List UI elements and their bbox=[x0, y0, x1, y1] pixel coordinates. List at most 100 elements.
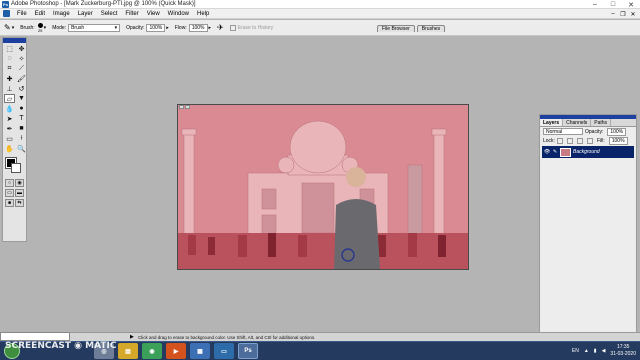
opacity-field[interactable]: 100% bbox=[146, 23, 166, 32]
mode-select[interactable]: Brush ▾ bbox=[68, 23, 121, 32]
photos-icon[interactable]: ▦ bbox=[190, 343, 210, 359]
healing-brush-tool-icon[interactable]: ✚ bbox=[4, 74, 15, 83]
lock-all-checkbox[interactable] bbox=[586, 137, 593, 144]
chevron-down-icon: ▾ bbox=[114, 24, 118, 31]
tab-file-browser[interactable]: File Browser bbox=[377, 25, 415, 32]
document-window bbox=[177, 104, 469, 270]
minimize-button[interactable]: – bbox=[586, 0, 604, 9]
volume-icon[interactable]: ◀ bbox=[602, 348, 606, 354]
zoom-field[interactable]: 100% bbox=[0, 332, 70, 341]
status-hint: Click and drag to erase to background co… bbox=[138, 334, 316, 340]
chevron-right-icon[interactable]: ▸ bbox=[209, 25, 212, 31]
display-icon[interactable]: ▭ bbox=[214, 343, 234, 359]
quick-mask-mode-icon[interactable]: ◉ bbox=[15, 179, 24, 187]
lasso-tool-icon[interactable]: ◌ bbox=[4, 54, 15, 63]
photoshop-taskbar-icon[interactable]: Ps bbox=[238, 343, 258, 359]
opacity-group: Opacity: 100% ▸ bbox=[126, 23, 169, 32]
hand-tool-icon[interactable]: ✋ bbox=[4, 144, 15, 153]
tab-brushes[interactable]: Brushes bbox=[416, 25, 446, 32]
eye-icon[interactable]: 👁 bbox=[544, 149, 550, 155]
history-brush-tool-icon[interactable]: ↺ bbox=[16, 84, 27, 93]
language-indicator[interactable]: EN bbox=[572, 348, 579, 354]
doc-maximize-icon[interactable] bbox=[185, 105, 190, 109]
doc-close-button[interactable]: ✕ bbox=[628, 9, 638, 19]
lock-image-checkbox[interactable] bbox=[566, 137, 573, 144]
menu-layer[interactable]: Layer bbox=[74, 11, 97, 17]
dodge-tool-icon[interactable]: ● bbox=[16, 104, 27, 113]
status-arrow-icon[interactable]: ▶ bbox=[130, 334, 134, 340]
eyedropper-tool-icon[interactable]: ⟊ bbox=[16, 134, 27, 143]
layers-palette: Layers Channels Paths Normal Opacity: 10… bbox=[539, 114, 637, 334]
marquee-tool-icon[interactable]: ⬚ bbox=[4, 44, 15, 53]
airbrush-toggle[interactable]: ✈ bbox=[217, 23, 224, 32]
close-button[interactable]: ✕ bbox=[622, 0, 640, 9]
network-icon[interactable]: ▮ bbox=[594, 348, 597, 354]
fill-field[interactable]: 100% bbox=[608, 136, 628, 145]
doc-restore-button[interactable]: ❐ bbox=[618, 9, 628, 19]
window-titlebar: Ps Adobe Photoshop - [Mark Zuckerburg-PT… bbox=[0, 0, 640, 9]
tool-preset-picker[interactable]: ✎ ▾ bbox=[4, 23, 14, 32]
full-screen-mode-icon[interactable]: ■ bbox=[5, 199, 14, 207]
window-controls: – □ ✕ bbox=[586, 0, 640, 9]
brush-preview: 29 bbox=[37, 22, 43, 33]
clock-date: 31-03-2020 bbox=[610, 350, 636, 357]
clone-stamp-tool-icon[interactable]: ⊥ bbox=[4, 84, 15, 93]
chrome-icon[interactable]: ◉ bbox=[142, 343, 162, 359]
menu-edit[interactable]: Edit bbox=[31, 11, 49, 17]
lock-position-checkbox[interactable] bbox=[576, 137, 583, 144]
path-selection-tool-icon[interactable]: ➤ bbox=[4, 114, 15, 123]
jump-to-imageready-icon[interactable]: ⇆ bbox=[15, 199, 24, 207]
flow-group: Flow: 100% ▸ bbox=[175, 23, 212, 32]
folder-icon[interactable]: ▤ bbox=[118, 343, 138, 359]
tray-arrow-icon[interactable]: ▲ bbox=[584, 348, 589, 354]
pen-tool-icon[interactable]: ✒ bbox=[4, 124, 15, 133]
zoom-tool-icon[interactable]: 🔍 bbox=[16, 144, 27, 153]
tab-layers[interactable]: Layers bbox=[540, 119, 564, 126]
blend-mode-select[interactable]: Normal bbox=[543, 128, 583, 135]
menu-window[interactable]: Window bbox=[164, 11, 193, 17]
menu-file[interactable]: File bbox=[13, 11, 31, 17]
menu-help[interactable]: Help bbox=[193, 11, 213, 17]
doc-minimize-button[interactable]: – bbox=[608, 9, 618, 19]
paint-bucket-tool-icon[interactable]: ▼ bbox=[16, 94, 27, 103]
maximize-button[interactable]: □ bbox=[604, 0, 622, 9]
move-tool-icon[interactable]: ✥ bbox=[16, 44, 27, 53]
type-tool-icon[interactable]: T bbox=[16, 114, 27, 123]
magic-wand-tool-icon[interactable]: ✧ bbox=[16, 54, 27, 63]
full-screen-menu-mode-icon[interactable]: ▬ bbox=[15, 189, 24, 197]
palette-well: File Browser Brushes bbox=[377, 25, 447, 32]
media-player-icon[interactable]: ▶ bbox=[166, 343, 186, 359]
lock-transparency-checkbox[interactable] bbox=[556, 137, 563, 144]
layer-row-background[interactable]: 👁 ✎ Background bbox=[542, 146, 634, 158]
brush-link-icon: ✎ bbox=[552, 149, 558, 155]
slice-tool-icon[interactable]: ⟋ bbox=[16, 64, 27, 73]
image-canvas[interactable] bbox=[178, 105, 468, 269]
doc-minimize-icon[interactable] bbox=[179, 105, 184, 109]
menu-view[interactable]: View bbox=[143, 11, 164, 17]
tab-paths[interactable]: Paths bbox=[591, 119, 612, 126]
menu-select[interactable]: Select bbox=[97, 11, 122, 17]
brush-picker[interactable]: Brush: 29 ▾ bbox=[20, 22, 46, 33]
lock-label: Lock: bbox=[543, 137, 555, 144]
notes-tool-icon[interactable]: ▭ bbox=[4, 134, 15, 143]
menu-image[interactable]: Image bbox=[49, 11, 74, 17]
airbrush-icon: ✈ bbox=[217, 23, 224, 32]
clock[interactable]: 17:35 31-03-2020 bbox=[610, 344, 636, 358]
system-tray: EN ▲ ▮ ◀ 17:35 31-03-2020 bbox=[572, 341, 636, 360]
brush-tool-icon[interactable]: 🖌 bbox=[16, 74, 27, 83]
blur-tool-icon[interactable]: 💧 bbox=[4, 104, 15, 113]
shape-tool-icon[interactable]: ■ bbox=[16, 124, 27, 133]
erase-to-history-option[interactable]: Erase to History bbox=[229, 24, 273, 31]
standard-screen-mode-icon[interactable]: ▭ bbox=[5, 189, 14, 197]
mask-mode-buttons: ○ ◉ bbox=[3, 178, 26, 188]
crop-tool-icon[interactable]: ⌗ bbox=[4, 64, 15, 73]
layer-opacity-field[interactable]: 100% bbox=[607, 127, 627, 136]
tab-channels[interactable]: Channels bbox=[563, 119, 592, 126]
background-color-swatch[interactable] bbox=[11, 163, 21, 173]
menu-filter[interactable]: Filter bbox=[121, 11, 142, 17]
standard-mode-icon[interactable]: ○ bbox=[5, 179, 14, 187]
erase-to-history-checkbox[interactable] bbox=[229, 24, 236, 31]
chevron-right-icon[interactable]: ▸ bbox=[166, 25, 169, 31]
eraser-tool-icon[interactable]: ▱ bbox=[4, 94, 15, 103]
flow-field[interactable]: 100% bbox=[188, 23, 208, 32]
